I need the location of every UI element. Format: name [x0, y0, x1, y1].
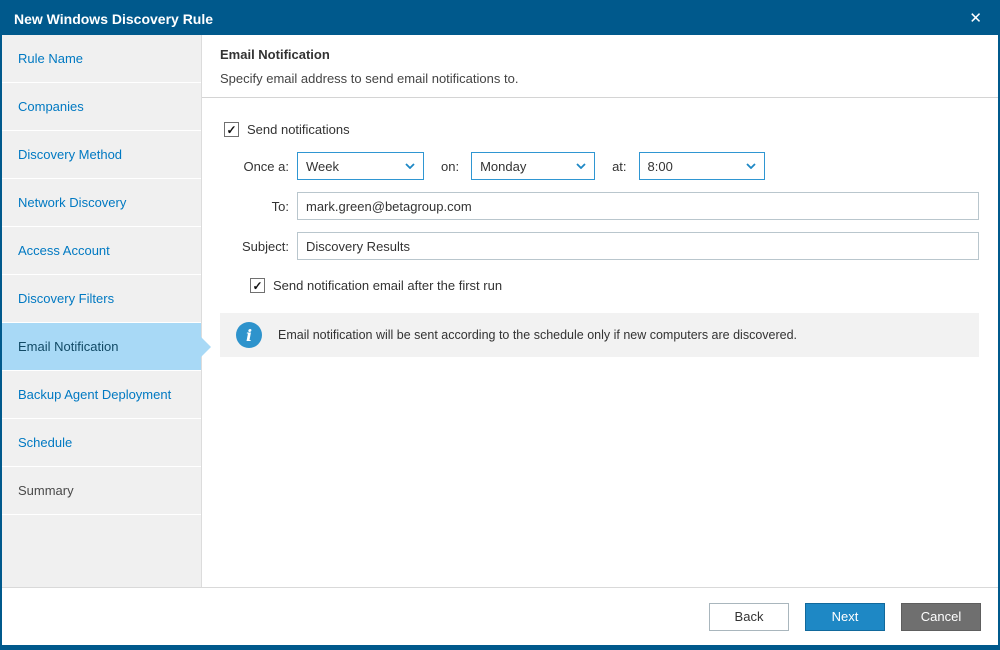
frequency-select[interactable]: Week	[297, 152, 424, 180]
send-notifications-checkbox[interactable]: ✓	[224, 122, 239, 137]
time-select[interactable]: 8:00	[638, 152, 765, 180]
sidebar-item-summary[interactable]: Summary	[2, 467, 201, 515]
dialog-window: New Windows Discovery Rule ✕ Rule Name C…	[0, 0, 1000, 650]
cancel-button[interactable]: Cancel	[901, 602, 981, 631]
sidebar-item-rule-name[interactable]: Rule Name	[2, 35, 201, 83]
check-icon: ✓	[252, 278, 263, 293]
frequency-value: Week	[306, 158, 339, 174]
first-run-row: ✓ Send notification email after the firs…	[250, 278, 979, 293]
sidebar-item-companies[interactable]: Companies	[2, 83, 201, 131]
main-area: Rule Name Companies Discovery Method Net…	[2, 35, 998, 587]
back-button[interactable]: Back	[709, 602, 789, 631]
chevron-down-icon	[576, 163, 586, 169]
at-label: at:	[612, 158, 627, 174]
subject-input[interactable]	[297, 232, 979, 260]
sidebar-item-schedule[interactable]: Schedule	[2, 419, 201, 467]
day-select[interactable]: Monday	[471, 152, 596, 180]
step-title: Email Notification	[220, 47, 330, 62]
title-bar: New Windows Discovery Rule ✕	[2, 2, 998, 35]
sidebar-item-discovery-filters[interactable]: Discovery Filters	[2, 275, 201, 323]
wizard-sidebar: Rule Name Companies Discovery Method Net…	[2, 35, 211, 587]
schedule-row: Once a: Week on: Monday at: 8:00	[220, 152, 979, 180]
window-title: New Windows Discovery Rule	[14, 10, 214, 27]
next-button[interactable]: Next	[805, 602, 885, 631]
to-label: To:	[271, 198, 289, 214]
info-text: Email notification will be sent accordin…	[278, 328, 798, 342]
info-bar: i Email notification will be sent accord…	[220, 313, 979, 357]
sidebar-item-backup-agent-deployment[interactable]: Backup Agent Deployment	[2, 371, 201, 419]
check-icon: ✓	[226, 122, 237, 137]
send-notifications-row: ✓ Send notifications	[224, 122, 979, 137]
to-input[interactable]	[297, 192, 979, 220]
step-content: Email Notification Specify email address…	[202, 35, 998, 587]
sidebar-item-network-discovery[interactable]: Network Discovery	[2, 179, 201, 227]
chevron-down-icon	[405, 163, 415, 169]
first-run-checkbox[interactable]: ✓	[250, 278, 265, 293]
step-body: ✓ Send notifications Once a: Week on: Mo…	[202, 98, 998, 357]
close-icon[interactable]: ✕	[965, 9, 986, 28]
step-header: Email Notification Specify email address…	[202, 35, 998, 98]
sidebar-item-access-account[interactable]: Access Account	[2, 227, 201, 275]
footer-bar: Back Next Cancel	[2, 587, 998, 645]
sidebar-item-email-notification[interactable]: Email Notification	[2, 323, 211, 371]
info-icon: i	[236, 322, 262, 348]
day-value: Monday	[480, 158, 527, 174]
chevron-down-icon	[745, 163, 756, 169]
once-a-label: Once a:	[243, 158, 289, 174]
step-subtitle: Specify email address to send email noti…	[220, 71, 519, 86]
send-notifications-label: Send notifications	[247, 122, 350, 137]
time-value: 8:00	[647, 158, 673, 174]
subject-row: Subject:	[220, 232, 979, 260]
first-run-label: Send notification email after the first …	[273, 278, 503, 293]
sidebar-item-discovery-method[interactable]: Discovery Method	[2, 131, 201, 179]
to-row: To:	[220, 192, 979, 220]
subject-label: Subject:	[242, 238, 289, 254]
on-label: on:	[441, 158, 460, 174]
